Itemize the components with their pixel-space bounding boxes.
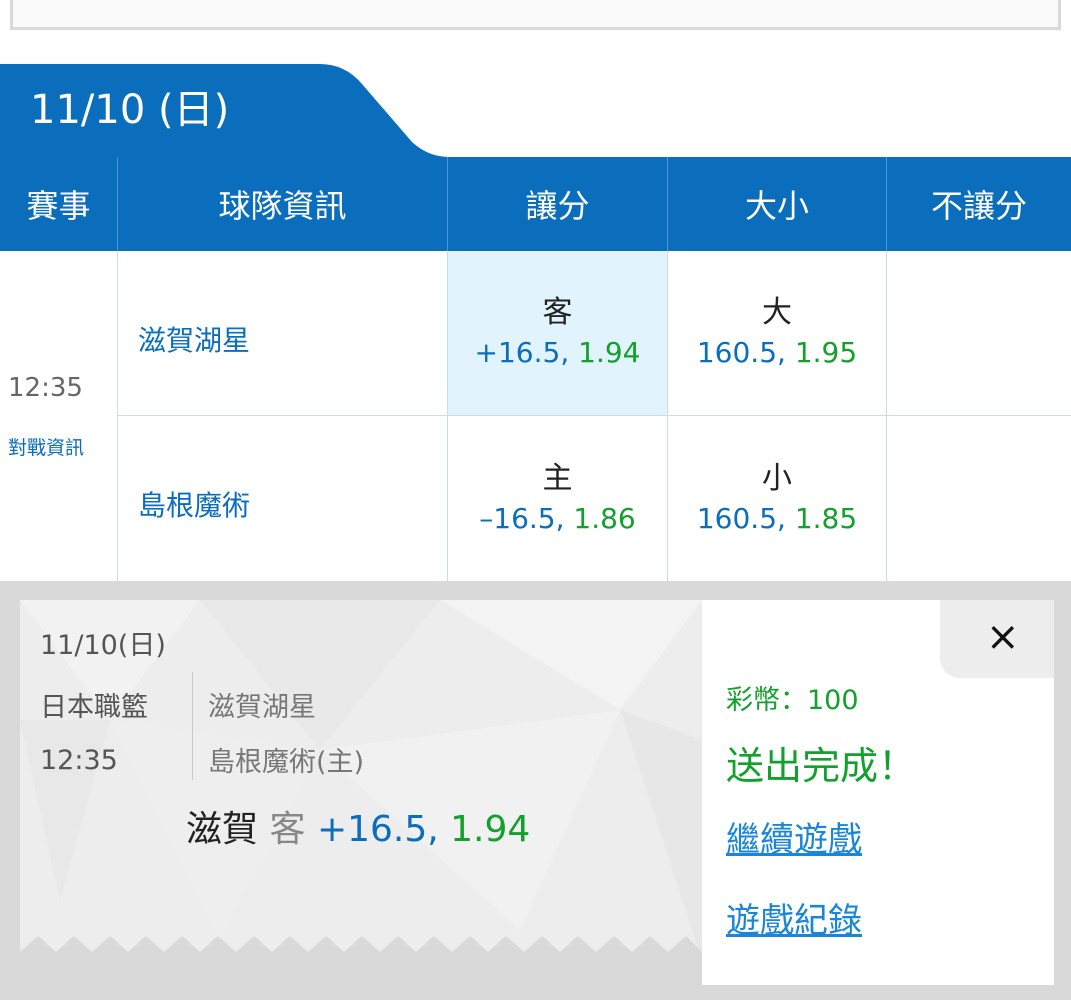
spread-line: +16.5,: [474, 336, 570, 369]
header-team: 球隊資訊: [118, 157, 448, 251]
spread-odds-away[interactable]: 客 +16.5, 1.94: [448, 251, 668, 415]
under-odds[interactable]: 小 160.5, 1.85: [668, 416, 887, 581]
slip-time: 12:35: [40, 745, 118, 776]
ou-price: 1.95: [794, 336, 858, 369]
moneyline-cell: [887, 251, 1071, 415]
spread-side: 主: [542, 460, 573, 496]
continue-game-link[interactable]: 繼續遊戲: [726, 812, 862, 861]
spread-values: –16.5, 1.86: [479, 499, 636, 539]
match-rows: 12:35 對戰資訊 滋賀湖星 客 +16.5, 1.94 大 160.5, 1…: [0, 251, 1071, 581]
table-header: 賽事 球隊資訊 讓分 大小 不讓分: [0, 153, 1071, 251]
header-event: 賽事: [0, 153, 118, 251]
ou-price: 1.85: [794, 501, 858, 535]
game-record-link[interactable]: 遊戲紀錄: [726, 893, 862, 942]
ou-line: 160.5,: [696, 501, 786, 535]
matchup-info-link[interactable]: 對戰資訊: [8, 433, 84, 460]
slip-home-team: 島根魔術(主): [208, 747, 365, 778]
team-name: 滋賀湖星: [118, 251, 448, 415]
spread-side: 客: [542, 295, 573, 330]
ou-values: 160.5, 1.95: [697, 333, 857, 373]
ou-line: 160.5,: [696, 336, 786, 369]
top-panel: [10, 0, 1061, 30]
slip-away-team: 滋賀湖星: [208, 692, 316, 723]
spread-line: –16.5,: [479, 501, 565, 535]
spread-price: 1.86: [573, 501, 636, 535]
spread-price: 1.94: [578, 336, 641, 369]
event-cell: 12:35 對戰資訊: [0, 251, 118, 581]
slip-divider: [192, 672, 193, 780]
date-label: 11/10 (日): [30, 87, 230, 133]
team-name: 島根魔術: [118, 416, 448, 581]
coin-balance: 彩幣：100: [726, 685, 859, 716]
spread-values: +16.5, 1.94: [475, 333, 641, 373]
slip-date: 11/10(日): [40, 630, 166, 661]
header-spread: 讓分: [448, 157, 668, 251]
ou-side: 大: [762, 295, 792, 330]
moneyline-cell: [887, 416, 1071, 581]
ou-side: 小: [762, 460, 792, 496]
bet-side: 客: [269, 809, 306, 850]
header-moneyline: 不讓分: [930, 187, 1027, 225]
table-row: 滋賀湖星 客 +16.5, 1.94 大 160.5, 1.95: [118, 251, 1071, 416]
bet-line: +16.5,: [316, 809, 439, 850]
table-row: 島根魔術 主 –16.5, 1.86 小 160.5, 1.85: [118, 416, 1071, 581]
spread-odds-home[interactable]: 主 –16.5, 1.86: [448, 416, 668, 581]
slip-bet-summary: 滋賀 客 +16.5, 1.94: [186, 800, 530, 852]
submit-status: 送出完成！: [726, 744, 917, 788]
event-time: 12:35: [8, 373, 83, 403]
bet-odds: 1.94: [450, 809, 531, 850]
close-icon[interactable]: ×: [986, 617, 1020, 657]
slip-league: 日本職籃: [40, 692, 148, 723]
header-over-under: 大小: [668, 157, 887, 251]
ou-values: 160.5, 1.85: [697, 499, 857, 539]
bet-team: 滋賀: [186, 809, 259, 850]
over-odds[interactable]: 大 160.5, 1.95: [668, 251, 887, 415]
